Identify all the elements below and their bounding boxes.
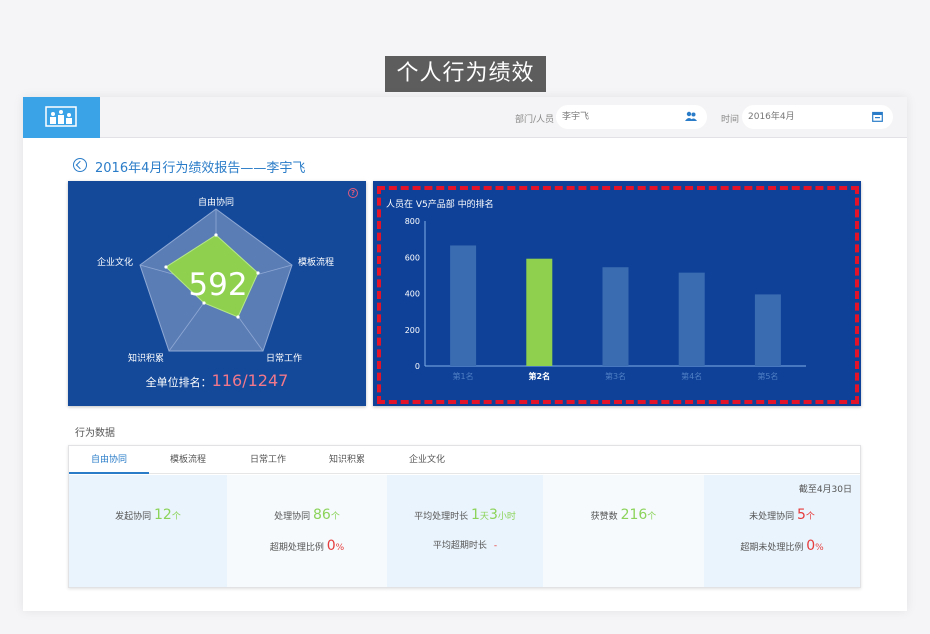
- stat-value-days: 1: [471, 507, 480, 523]
- tab-template-flow[interactable]: 模板流程: [148, 446, 228, 474]
- stat-value-hours: 3: [488, 507, 498, 523]
- page-banner: 个人行为绩效: [385, 56, 546, 92]
- behavior-tabs: 自由协同 模板流程 日常工作 知识积累 企业文化: [69, 446, 860, 474]
- stat-value: 0: [326, 538, 336, 554]
- dept-person-field[interactable]: 李宇飞: [556, 105, 707, 129]
- rank-value: 116/1247: [211, 371, 289, 390]
- bar: [450, 245, 477, 366]
- stat-value: 12: [154, 507, 172, 523]
- people-icon[interactable]: [685, 111, 697, 122]
- y-tick-label: 400: [405, 290, 420, 299]
- y-tick-label: 800: [405, 217, 420, 226]
- stat-value: 86: [313, 507, 331, 523]
- stat-overdue-ratio-line: 超期处理比例 0%: [227, 538, 387, 554]
- company-rank: 全单位排名：116/1247: [68, 371, 366, 390]
- bar: [754, 294, 781, 366]
- stat-value: 216: [620, 507, 648, 523]
- dept-label: 部门/人员: [515, 115, 555, 125]
- page-title: 2016年4月行为绩效报告——李宇飞: [95, 161, 306, 176]
- radar-label-knowledge: 知识积累: [128, 354, 165, 364]
- total-score: 592: [188, 267, 248, 303]
- stat-unhandled-line: 未处理协同 5个: [704, 507, 860, 523]
- stat-label: 处理协同: [274, 512, 311, 522]
- x-tick-label: 第5名: [757, 371, 778, 381]
- app-logo[interactable]: [23, 97, 100, 138]
- stat-unit: 个: [647, 512, 657, 522]
- tab-knowledge[interactable]: 知识积累: [307, 446, 387, 474]
- time-label: 时间: [721, 115, 740, 125]
- stat-initiated-line: 发起协同 12个: [69, 507, 227, 523]
- time-value: 2016年4月: [748, 112, 795, 122]
- tab-culture[interactable]: 企业文化: [387, 446, 467, 474]
- rank-label: 全单位排名：: [145, 376, 212, 389]
- radar-label-free-collab: 自由协同: [198, 198, 235, 208]
- stat-likes: 获赞数 216个: [543, 475, 704, 587]
- top-bar: 部门/人员 李宇飞 时间 2016年4月: [23, 97, 907, 138]
- stat-initiated: 发起协同 12个: [69, 475, 227, 587]
- stat-label: 平均处理时长: [414, 512, 469, 522]
- section-title: 行为数据: [75, 428, 115, 439]
- stat-value: 5: [796, 507, 806, 523]
- calendar-icon[interactable]: [872, 111, 883, 122]
- ranking-bar-panel: 人员在 V5产品部 中的排名 0 200 400 600 800 第1名 第2名 第3名 第4名…: [373, 181, 861, 406]
- stat-avg-overdue-line: 平均超期时长 -: [387, 538, 543, 551]
- stat-label: 发起协同: [115, 512, 152, 522]
- stat-avg-time: 平均处理时长 1天3小时 平均超期时长 -: [387, 475, 543, 587]
- stat-unit: 个: [330, 512, 340, 522]
- y-tick-label: 600: [405, 253, 420, 262]
- team-chart-icon: [45, 106, 77, 127]
- bar: [678, 272, 705, 366]
- back-arrow-icon[interactable]: [73, 158, 87, 172]
- radar-label-culture: 企业文化: [97, 258, 134, 268]
- x-tick-label: 第2名: [529, 371, 551, 381]
- stat-unit: %: [335, 543, 345, 553]
- dept-person-value: 李宇飞: [562, 112, 590, 122]
- ranking-bar-chart: 0 200 400 600 800 第1名 第2名 第3名 第4名 第5名: [405, 217, 806, 381]
- stat-unhandled-ratio-line: 超期未处理比例 0%: [704, 538, 860, 554]
- stat-value: 0: [806, 538, 816, 554]
- time-field[interactable]: 2016年4月: [742, 105, 893, 129]
- x-tick-label: 第1名: [453, 371, 474, 381]
- as-of-date: 截至4月30日: [798, 485, 852, 495]
- radar-label-template-flow: 模板流程: [298, 258, 335, 268]
- stat-label: 超期处理比例: [269, 543, 324, 553]
- y-tick-label: 0: [415, 362, 420, 371]
- stat-unit: %: [815, 543, 824, 553]
- stat-likes-line: 获赞数 216个: [543, 507, 704, 523]
- stat-unit: 个: [805, 512, 815, 522]
- stat-unit-days: 天: [479, 512, 489, 522]
- stat-unit-hours: 小时: [497, 512, 516, 522]
- stat-handled: 处理协同 86个 超期处理比例 0%: [227, 475, 387, 587]
- behavior-data-box: 自由协同 模板流程 日常工作 知识积累 企业文化 发起协同 12个 处理协同 8…: [68, 445, 861, 588]
- radar-label-daily-work: 日常工作: [266, 354, 303, 364]
- bar: [526, 258, 553, 366]
- stat-avg-time-line: 平均处理时长 1天3小时: [387, 507, 543, 523]
- stat-value: -: [493, 541, 498, 551]
- y-tick-label: 200: [405, 326, 420, 335]
- stat-label: 未处理协同: [749, 512, 795, 522]
- main-card: 部门/人员 李宇飞 时间 2016年4月 2016年4月行为绩效报告——李宇飞 …: [23, 97, 907, 611]
- radar-panel: ? 自由协同 模板流程 日常工作 知识积累 企业文化 592 全单位排名：116…: [68, 181, 366, 406]
- tab-daily-work[interactable]: 日常工作: [228, 446, 308, 474]
- x-tick-label: 第4名: [681, 371, 702, 381]
- stat-label: 获赞数: [590, 512, 618, 522]
- stat-handled-line: 处理协同 86个: [227, 507, 387, 523]
- bar: [602, 267, 629, 366]
- stat-label: 平均超期时长: [432, 541, 487, 551]
- stat-label: 超期未处理比例: [740, 543, 804, 553]
- tab-free-collab[interactable]: 自由协同: [69, 446, 149, 474]
- stat-unit: 个: [171, 512, 181, 522]
- x-tick-label: 第3名: [605, 371, 626, 381]
